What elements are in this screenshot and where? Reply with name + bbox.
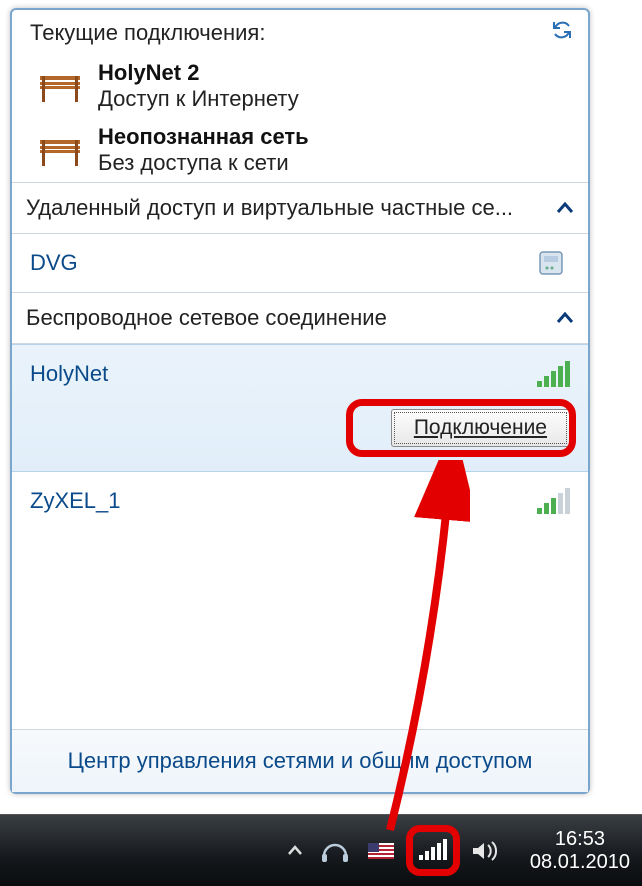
refresh-icon[interactable] <box>550 18 574 42</box>
taskbar: 16:53 08.01.2010 <box>0 814 642 886</box>
system-tray: 16:53 08.01.2010 <box>286 828 630 874</box>
section-label: Беспроводное сетевое соединение <box>26 305 387 331</box>
wifi-signal-icon <box>536 486 570 516</box>
wifi-item-zyxel[interactable]: ZyXEL_1 <box>12 472 588 530</box>
volume-icon[interactable] <box>470 838 500 864</box>
network-signal-icon[interactable] <box>418 835 448 861</box>
bench-icon <box>36 66 84 106</box>
vpn-item-dvg[interactable]: DVG <box>12 234 588 292</box>
network-center-link[interactable]: Центр управления сетями и общим доступом <box>12 729 588 792</box>
wifi-name: ZyXEL_1 <box>30 488 121 514</box>
vpn-section-header[interactable]: Удаленный доступ и виртуальные частные с… <box>12 182 588 234</box>
network-flyout: Текущие подключения: HolyNet 2 Доступ к … <box>10 8 590 794</box>
connect-button[interactable]: Подключение <box>391 409 570 447</box>
wifi-item-holynet[interactable]: HolyNet Подключение <box>12 344 588 472</box>
taskbar-clock[interactable]: 16:53 08.01.2010 <box>530 828 630 874</box>
connection-name: HolyNet 2 <box>98 60 299 86</box>
chevron-up-icon <box>556 201 574 215</box>
modem-icon <box>536 248 570 278</box>
vpn-item-name: DVG <box>30 250 78 276</box>
wifi-signal-icon <box>536 359 570 389</box>
tray-network-wrapper <box>412 831 454 870</box>
wifi-name: HolyNet <box>30 361 108 387</box>
chevron-up-icon <box>556 311 574 325</box>
clock-time: 16:53 <box>530 828 630 851</box>
connection-row: HolyNet 2 Доступ к Интернету <box>12 54 588 118</box>
connection-row: Неопознанная сеть Без доступа к сети <box>12 118 588 182</box>
connection-status: Доступ к Интернету <box>98 86 299 112</box>
connection-name: Неопознанная сеть <box>98 124 309 150</box>
wireless-section-header[interactable]: Беспроводное сетевое соединение <box>12 292 588 344</box>
current-connections-title: Текущие подключения: <box>30 20 265 45</box>
bench-icon <box>36 130 84 170</box>
connect-box: Подключение <box>30 409 570 447</box>
clock-date: 08.01.2010 <box>530 851 630 874</box>
headphones-icon[interactable] <box>320 838 350 864</box>
tray-overflow-icon[interactable] <box>286 842 304 860</box>
section-label: Удаленный доступ и виртуальные частные с… <box>26 195 513 221</box>
connection-text: HolyNet 2 Доступ к Интернету <box>98 60 299 112</box>
flyout-header: Текущие подключения: <box>12 10 588 54</box>
connection-text: Неопознанная сеть Без доступа к сети <box>98 124 309 176</box>
language-flag-icon[interactable] <box>366 838 396 864</box>
connection-status: Без доступа к сети <box>98 150 309 176</box>
